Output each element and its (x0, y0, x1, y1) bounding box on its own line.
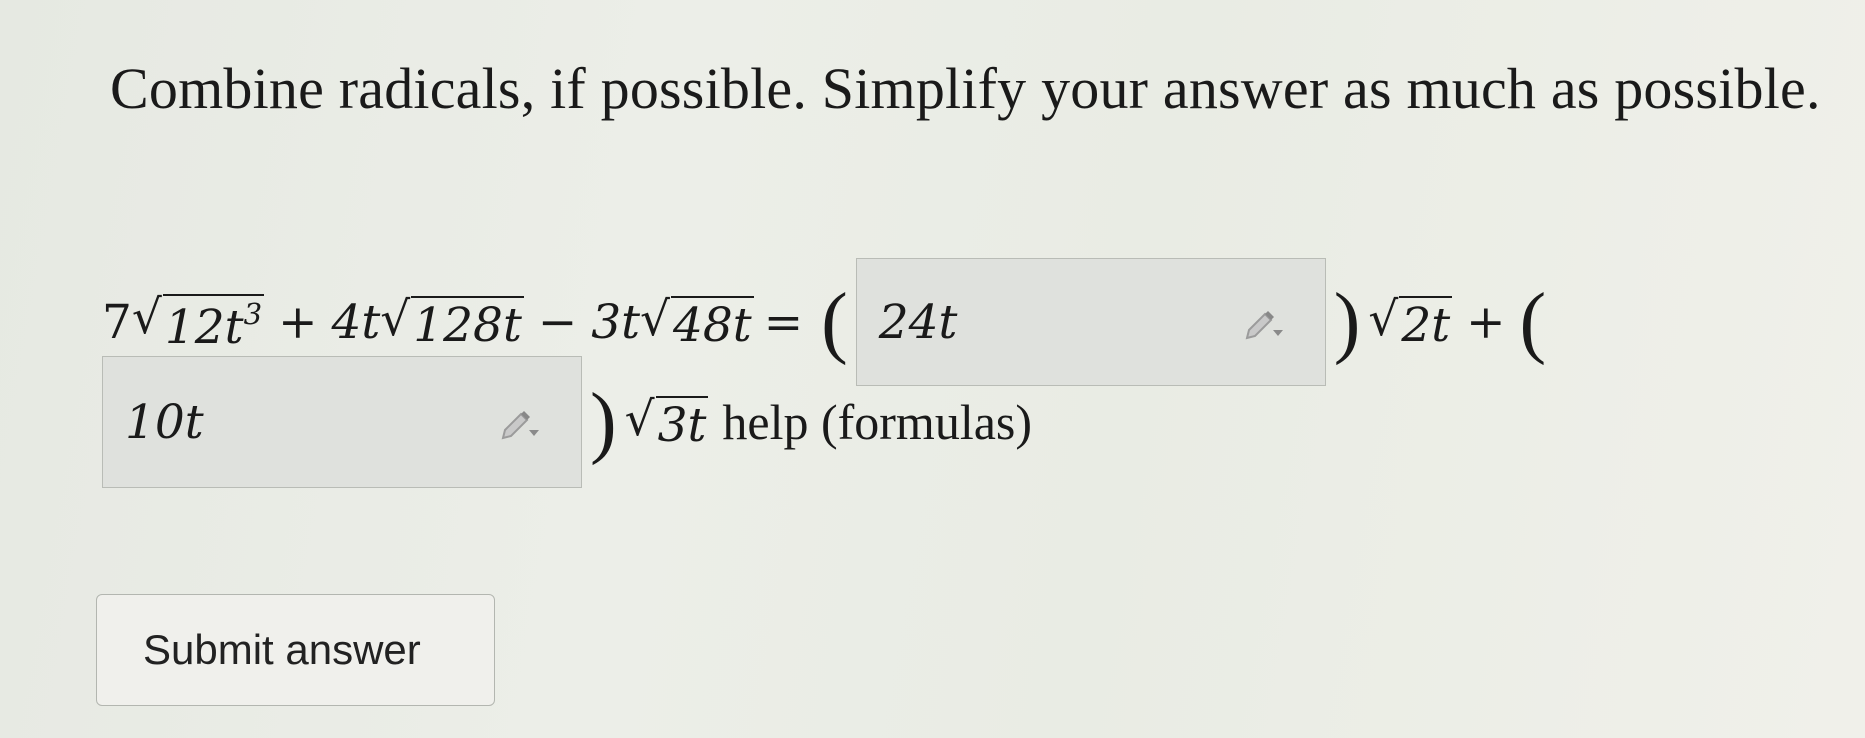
answer-input-2-value: 10t (125, 394, 204, 450)
term3-coefficient: 3t (591, 294, 641, 350)
minus-operator: − (537, 294, 578, 350)
radical-term1: √ 12t3 (131, 289, 265, 355)
open-paren: ( (821, 278, 848, 366)
pencil-dropdown-icon[interactable] (497, 404, 541, 440)
term2-coefficient: 4t (331, 294, 381, 350)
term3-radicand: 48t (670, 295, 754, 353)
open-paren-2: ( (1519, 278, 1547, 366)
term1-radicand: 12t (164, 299, 244, 355)
radicand-3t: 3t (655, 395, 709, 453)
term1-coefficient: 7 (102, 294, 132, 350)
radical-2t: √ 2t (1368, 291, 1453, 353)
question-prompt: Combine radicals, if possible. Simplify … (110, 56, 1821, 121)
answer-input-2[interactable]: 10t (102, 356, 582, 488)
term2-radicand: 128t (411, 295, 524, 353)
radical-term3: √ 48t (640, 291, 754, 353)
answer-input-1-value: 24t (878, 294, 958, 350)
plus-operator-2: + (1466, 294, 1506, 350)
close-paren: ) (1333, 278, 1361, 366)
help-formulas-link[interactable]: help (formulas) (722, 397, 1032, 447)
expression-line-2: 10t ) √ 3t help (formulas) (102, 356, 1032, 488)
radicand-2t: 2t (1399, 295, 1453, 353)
radical-term2: √ 128t (380, 291, 524, 353)
radical-3t: √ 3t (624, 391, 709, 453)
plus-operator: + (278, 294, 318, 350)
pencil-dropdown-icon[interactable] (1241, 304, 1285, 340)
term1-exponent: 3 (243, 296, 263, 331)
equals-sign: = (763, 294, 804, 350)
submit-answer-button[interactable]: Submit answer (96, 594, 495, 706)
close-paren-2: ) (590, 378, 617, 466)
